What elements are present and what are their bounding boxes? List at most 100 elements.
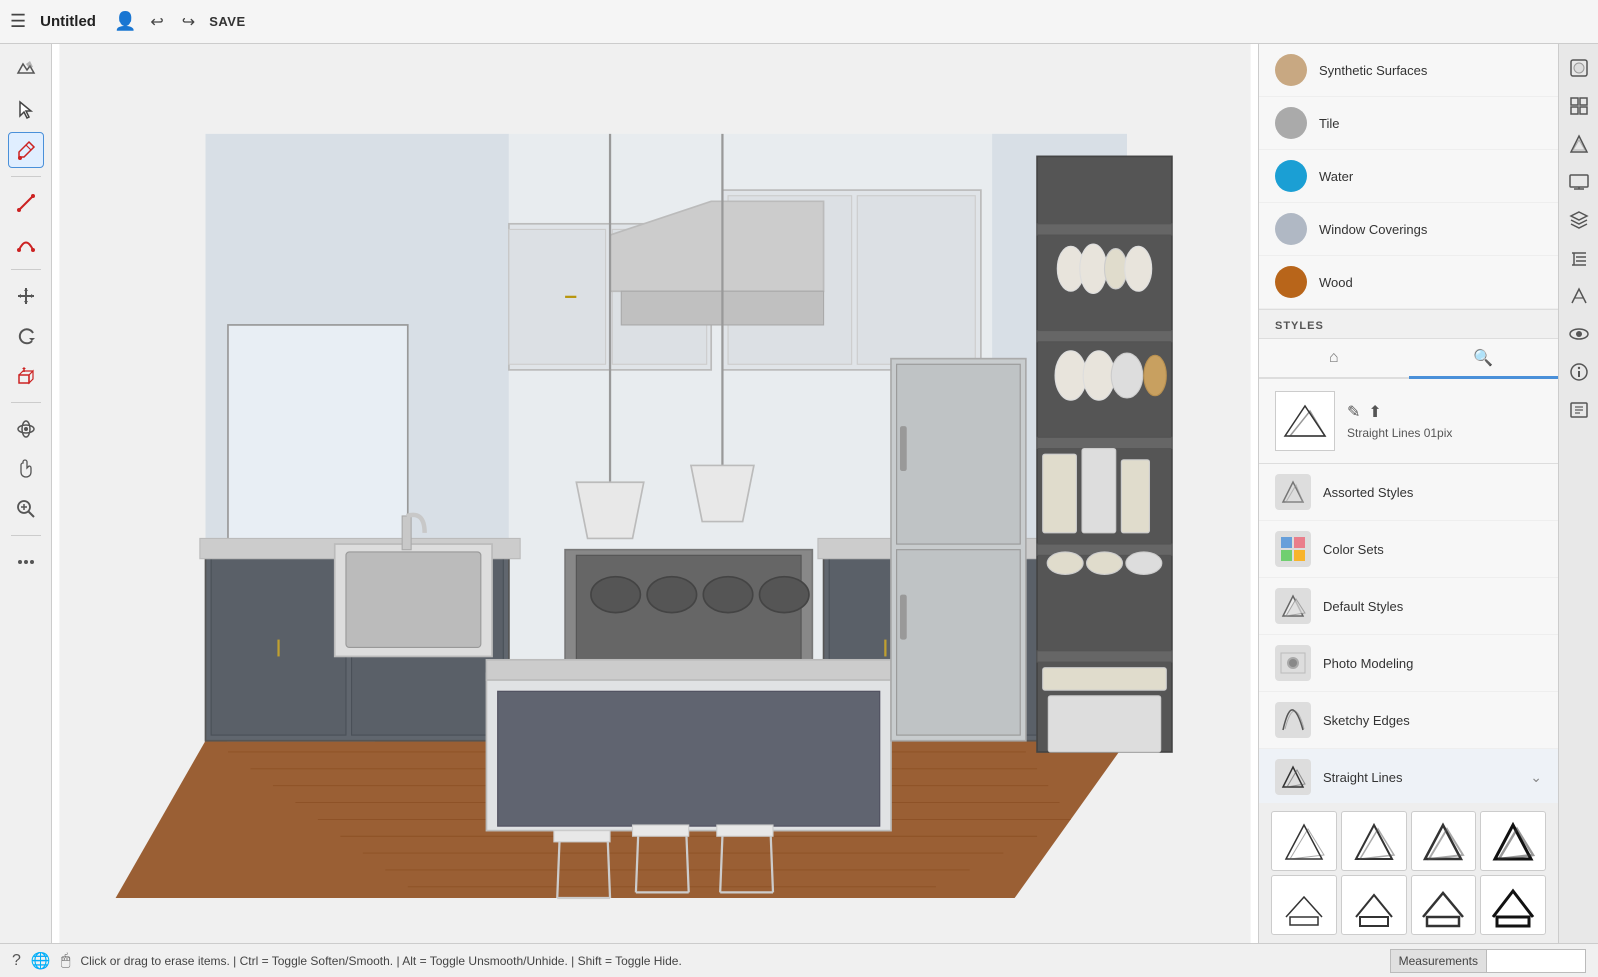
styles-current-preview: ✎ ⬆ Straight Lines 01pix	[1259, 379, 1558, 464]
edit-style-button[interactable]: ✎	[1347, 402, 1360, 422]
assorted-label: Assorted Styles	[1323, 485, 1542, 500]
redo-button[interactable]: ↪	[178, 8, 199, 36]
default-label: Default Styles	[1323, 599, 1542, 614]
paint-tool-button[interactable]	[8, 132, 44, 168]
upload-style-button[interactable]: ⬆	[1368, 402, 1381, 422]
styles-section: STYLES ⌂ 🔍 ✎ ⬆ Straight	[1259, 309, 1558, 943]
material-item-wood[interactable]: Wood	[1259, 256, 1558, 309]
move-tool-button[interactable]	[8, 278, 44, 314]
info-panel-icon[interactable]	[1563, 356, 1595, 388]
topbar: ☰ Untitled 👤 ↩ ↪ SAVE	[0, 0, 1598, 44]
material-item-synthetic[interactable]: Synthetic Surfaces	[1259, 44, 1558, 97]
style-item-assorted[interactable]: Assorted Styles	[1259, 464, 1558, 521]
straight-label: Straight Lines	[1323, 770, 1518, 785]
components-panel-icon[interactable]	[1563, 90, 1595, 122]
water-dot	[1275, 160, 1307, 192]
canvas-area[interactable]	[52, 44, 1258, 943]
help-icon[interactable]: ?	[12, 952, 21, 970]
style-grid-item-5[interactable]	[1271, 875, 1337, 935]
undo-button[interactable]: ↩	[146, 8, 167, 36]
instructor-icon[interactable]	[1563, 394, 1595, 426]
style-grid-item-1[interactable]	[1271, 811, 1337, 871]
colorsets-thumb	[1275, 531, 1311, 567]
synthetic-label: Synthetic Surfaces	[1319, 63, 1427, 78]
styles-list: Assorted Styles Color Sets	[1259, 464, 1558, 803]
toolbar-separator-4	[11, 535, 41, 536]
view-panel-icon[interactable]	[1563, 318, 1595, 350]
styles-panel-icon[interactable]	[1563, 128, 1595, 160]
search-tab[interactable]: 🔍	[1409, 339, 1559, 379]
right-panel: Synthetic Surfaces Tile Water Window Cov…	[1258, 44, 1558, 943]
toolbar-separator-3	[11, 402, 41, 403]
hamburger-menu[interactable]: ☰	[10, 11, 26, 32]
material-item-water[interactable]: Water	[1259, 150, 1558, 203]
measurements-box: Measurements	[1390, 949, 1586, 973]
arc-tool-button[interactable]	[8, 225, 44, 261]
document-title: Untitled	[40, 13, 96, 30]
home-tab[interactable]: ⌂	[1259, 339, 1409, 379]
default-thumb	[1275, 588, 1311, 624]
wood-dot	[1275, 266, 1307, 298]
tile-label: Tile	[1319, 116, 1339, 131]
outliner-panel-icon[interactable]	[1563, 242, 1595, 274]
select-tool-button[interactable]	[8, 92, 44, 128]
style-item-default[interactable]: Default Styles	[1259, 578, 1558, 635]
assorted-thumb	[1275, 474, 1311, 510]
pan-tool-button[interactable]	[8, 451, 44, 487]
plane-tool-button[interactable]	[8, 52, 44, 88]
photo-thumb	[1275, 645, 1311, 681]
bottom-bar: ? 🌐 🖱 Click or drag to erase items. | Ct…	[0, 943, 1598, 977]
entity-info-icon[interactable]	[1563, 280, 1595, 312]
style-grid-item-3[interactable]	[1411, 811, 1477, 871]
preview-info: ✎ ⬆ Straight Lines 01pix	[1347, 402, 1452, 440]
layers-panel-icon[interactable]	[1563, 204, 1595, 236]
zoom-tool-button[interactable]	[8, 491, 44, 527]
tile-dot	[1275, 107, 1307, 139]
style-sub-grid	[1259, 803, 1558, 943]
photo-label: Photo Modeling	[1323, 656, 1542, 671]
style-item-colorsets[interactable]: Color Sets	[1259, 521, 1558, 578]
status-text: Click or drag to erase items. | Ctrl = T…	[80, 954, 1379, 968]
style-grid-item-2[interactable]	[1341, 811, 1407, 871]
materials-panel-icon[interactable]	[1563, 52, 1595, 84]
material-item-window[interactable]: Window Coverings	[1259, 203, 1558, 256]
style-item-sketchy[interactable]: Sketchy Edges	[1259, 692, 1558, 749]
style-preview-box	[1275, 391, 1335, 451]
styles-tabs: ⌂ 🔍	[1259, 339, 1558, 379]
left-toolbar	[0, 44, 52, 943]
preview-actions: ✎ ⬆	[1347, 402, 1452, 422]
globe-icon[interactable]: 🌐	[31, 951, 51, 971]
save-button[interactable]: SAVE	[209, 14, 245, 29]
window-dot	[1275, 213, 1307, 245]
user-icon[interactable]: 👤	[114, 11, 136, 32]
measurements-value[interactable]	[1486, 949, 1586, 973]
style-item-straight[interactable]: Straight Lines ⌄	[1259, 749, 1558, 803]
water-label: Water	[1319, 169, 1353, 184]
styles-header: STYLES	[1259, 309, 1558, 339]
style-item-photo[interactable]: Photo Modeling	[1259, 635, 1558, 692]
material-item-tile[interactable]: Tile	[1259, 97, 1558, 150]
orbit-tool-button[interactable]	[8, 411, 44, 447]
far-right-bar	[1558, 44, 1598, 943]
style-grid-item-4[interactable]	[1480, 811, 1546, 871]
cursor-icon: 🖱	[61, 952, 71, 970]
push-pull-tool-button[interactable]	[8, 358, 44, 394]
toolbar-separator-2	[11, 269, 41, 270]
style-grid-item-8[interactable]	[1480, 875, 1546, 935]
style-grid-item-6[interactable]	[1341, 875, 1407, 935]
sketchy-label: Sketchy Edges	[1323, 713, 1542, 728]
line-tool-button[interactable]	[8, 185, 44, 221]
current-style-label: Straight Lines 01pix	[1347, 426, 1452, 440]
rotate-tool-button[interactable]	[8, 318, 44, 354]
straight-chevron: ⌄	[1530, 769, 1542, 786]
materials-list: Synthetic Surfaces Tile Water Window Cov…	[1259, 44, 1558, 309]
more-tools-button[interactable]	[8, 544, 44, 580]
sketchy-thumb	[1275, 702, 1311, 738]
toolbar-separator-1	[11, 176, 41, 177]
straight-thumb	[1275, 759, 1311, 795]
style-grid-item-7[interactable]	[1411, 875, 1477, 935]
colorsets-label: Color Sets	[1323, 542, 1542, 557]
scenes-panel-icon[interactable]	[1563, 166, 1595, 198]
measurements-label: Measurements	[1390, 949, 1486, 973]
synthetic-dot	[1275, 54, 1307, 86]
